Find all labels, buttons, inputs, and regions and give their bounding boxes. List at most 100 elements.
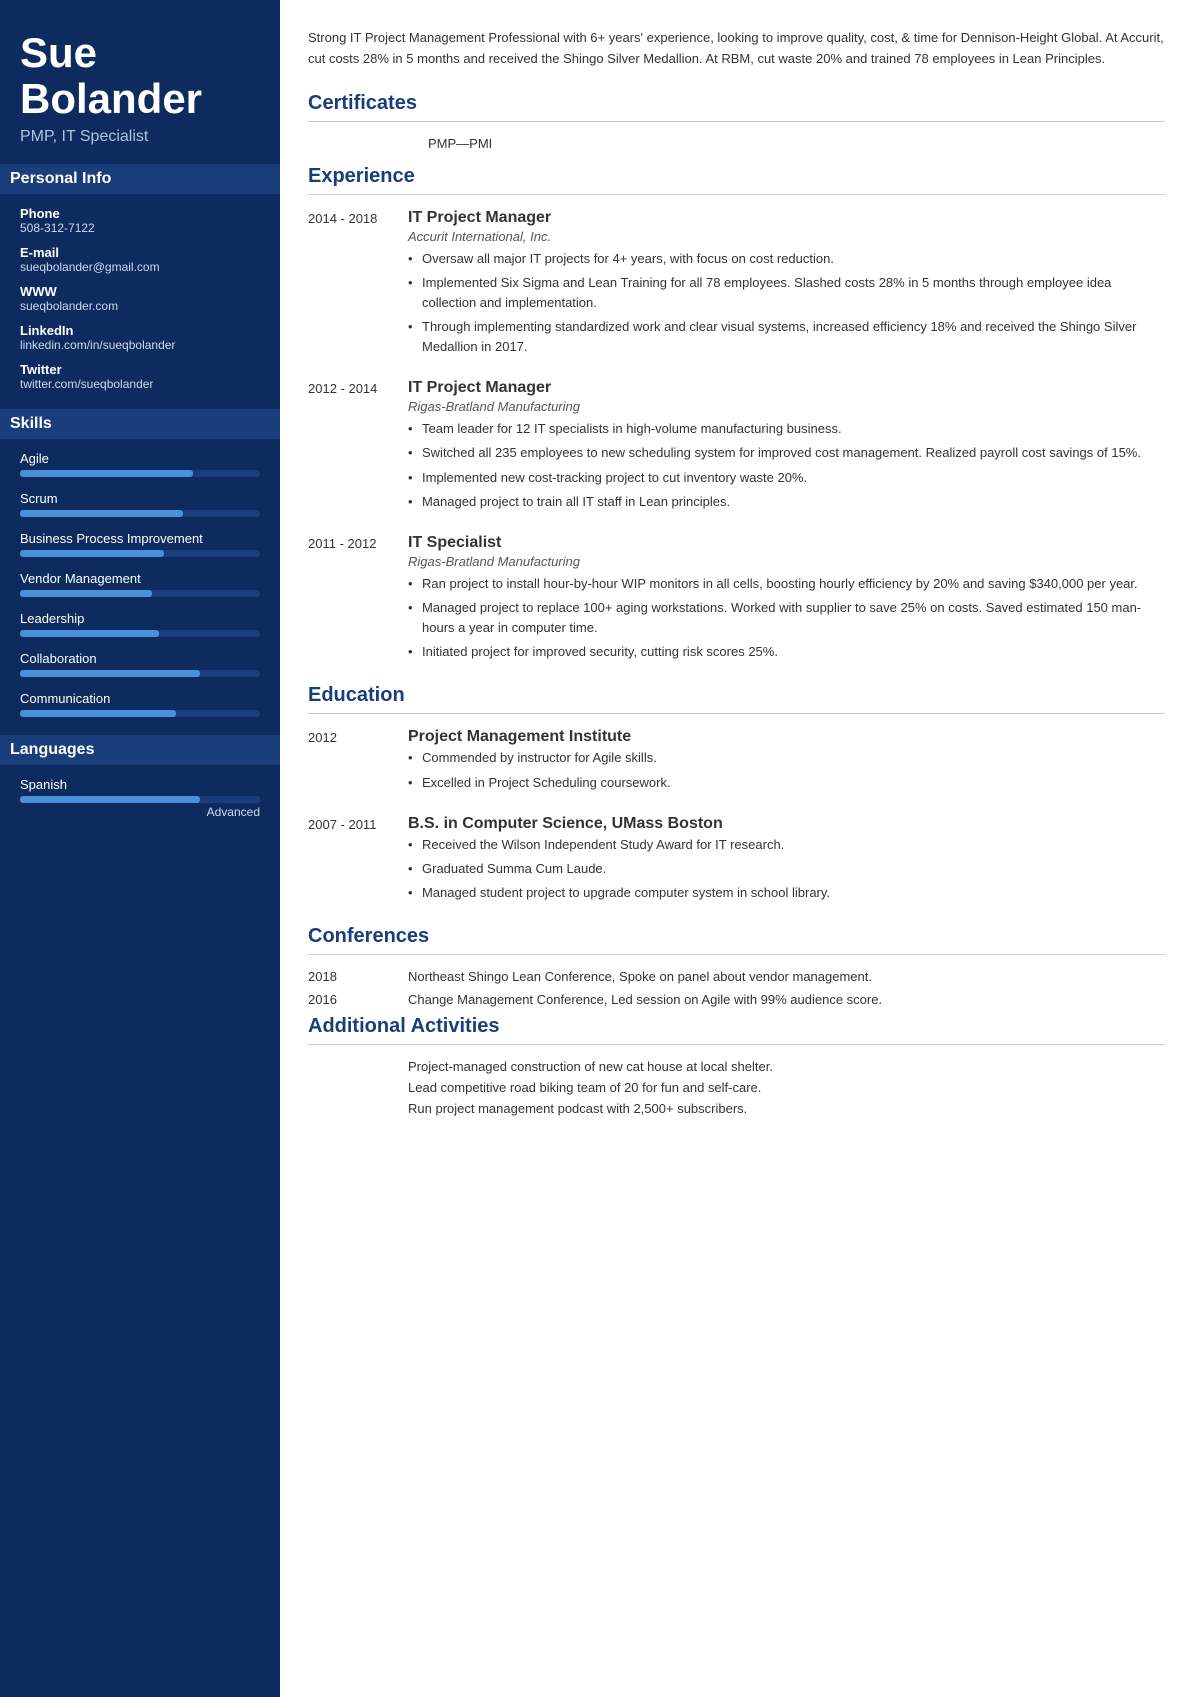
languages-container: Spanish Advanced — [20, 777, 260, 819]
linkedin-item: LinkedIn linkedin.com/in/sueqbolander — [20, 323, 260, 352]
experience-heading: Experience — [308, 165, 1165, 188]
activity-text: Run project management podcast with 2,50… — [408, 1101, 1165, 1116]
entry-bullets: Ran project to install hour-by-hour WIP … — [408, 574, 1165, 663]
entry-body: Project Management Institute Commended by… — [408, 728, 1165, 796]
bullet-item: Received the Wilson Independent Study Aw… — [408, 835, 1165, 855]
www-label: WWW — [20, 284, 260, 299]
skill-bar-fill — [20, 510, 183, 517]
lang-bar-fill — [20, 796, 200, 803]
bullet-item: Excelled in Project Scheduling coursewor… — [408, 773, 1165, 793]
skill-bar-bg — [20, 550, 260, 557]
bullet-item: Through implementing standardized work a… — [408, 317, 1165, 357]
skill-bar-bg — [20, 510, 260, 517]
bullet-item: Implemented new cost-tracking project to… — [408, 468, 1165, 488]
twitter-item: Twitter twitter.com/sueqbolander — [20, 362, 260, 391]
phone-label: Phone — [20, 206, 260, 221]
entry-title: Project Management Institute — [408, 728, 1165, 746]
skill-name: Agile — [20, 451, 260, 466]
education-heading: Education — [308, 684, 1165, 707]
skill-item: Vendor Management — [20, 571, 260, 597]
email-label: E-mail — [20, 245, 260, 260]
entry-body: IT Project ManagerAccurit International,… — [408, 209, 1165, 362]
language-item: Spanish Advanced — [20, 777, 260, 819]
conference-entry: 2016 Change Management Conference, Led s… — [308, 992, 1165, 1007]
email-item: E-mail sueqbolander@gmail.com — [20, 245, 260, 274]
linkedin-label: LinkedIn — [20, 323, 260, 338]
skill-bar-bg — [20, 630, 260, 637]
skill-name: Communication — [20, 691, 260, 706]
lang-level: Advanced — [20, 805, 260, 819]
certificates-container: PMP—PMI — [308, 136, 1165, 151]
activity-entry: Project-managed construction of new cat … — [308, 1059, 1165, 1074]
bullet-item: Graduated Summa Cum Laude. — [408, 859, 1165, 879]
conferences-heading: Conferences — [308, 925, 1165, 948]
entry-bullets: Team leader for 12 IT specialists in hig… — [408, 419, 1165, 512]
activity-entry: Lead competitive road biking team of 20 … — [308, 1080, 1165, 1095]
activity-spacer — [308, 1080, 408, 1095]
education-entry: 2012Project Management InstituteCommende… — [308, 728, 1165, 796]
experience-entry: 2012 - 2014IT Project Manager Rigas-Bratl… — [308, 379, 1165, 516]
bullet-item: Managed student project to upgrade compu… — [408, 883, 1165, 903]
conf-date: 2016 — [308, 992, 408, 1007]
conf-text: Change Management Conference, Led sessio… — [408, 992, 1165, 1007]
conf-date: 2018 — [308, 969, 408, 984]
certificate-entry: PMP—PMI — [308, 136, 1165, 151]
entry-body: B.S. in Computer Science, UMass BostonRe… — [408, 815, 1165, 907]
skill-bar-bg — [20, 670, 260, 677]
www-item: WWW sueqbolander.com — [20, 284, 260, 313]
activities-container: Project-managed construction of new cat … — [308, 1059, 1165, 1116]
entry-bullets: Received the Wilson Independent Study Aw… — [408, 835, 1165, 903]
experience-container: 2014 - 2018IT Project ManagerAccurit Int… — [308, 209, 1165, 667]
skill-bar-bg — [20, 590, 260, 597]
skills-heading: Skills — [0, 409, 280, 439]
conf-text: Northeast Shingo Lean Conference, Spoke … — [408, 969, 1165, 984]
linkedin-value: linkedin.com/in/sueqbolander — [20, 338, 260, 352]
phone-value: 508-312-7122 — [20, 221, 260, 235]
skill-bar-fill — [20, 630, 159, 637]
entry-date: 2007 - 2011 — [308, 815, 408, 907]
activity-text: Project-managed construction of new cat … — [408, 1059, 1165, 1074]
lang-bar-bg — [20, 796, 260, 803]
entry-date: 2012 - 2014 — [308, 379, 408, 516]
twitter-label: Twitter — [20, 362, 260, 377]
entry-subtitle: Rigas-Bratland Manufacturing — [408, 554, 1165, 569]
skill-item: Collaboration — [20, 651, 260, 677]
skills-container: Agile Scrum Business Process Improvement… — [20, 451, 260, 717]
bullet-item: Initiated project for improved security,… — [408, 642, 1165, 662]
skill-item: Business Process Improvement — [20, 531, 260, 557]
skill-item: Leadership — [20, 611, 260, 637]
education-container: 2012Project Management InstituteCommende… — [308, 728, 1165, 907]
experience-entry: 2014 - 2018IT Project ManagerAccurit Int… — [308, 209, 1165, 362]
bullet-item: Ran project to install hour-by-hour WIP … — [408, 574, 1165, 594]
bullet-item: Team leader for 12 IT specialists in hig… — [408, 419, 1165, 439]
skill-bar-fill — [20, 550, 164, 557]
bullet-item: Managed project to replace 100+ aging wo… — [408, 598, 1165, 638]
entry-date: 2014 - 2018 — [308, 209, 408, 362]
skill-item: Agile — [20, 451, 260, 477]
skill-bar-bg — [20, 710, 260, 717]
email-value: sueqbolander@gmail.com — [20, 260, 260, 274]
skill-bar-fill — [20, 590, 152, 597]
activity-text: Lead competitive road biking team of 20 … — [408, 1080, 1165, 1095]
entry-title: IT Specialist — [408, 534, 1165, 552]
activity-spacer — [308, 1101, 408, 1116]
entry-title: IT Project Manager — [408, 379, 1165, 397]
entry-bullets: Commended by instructor for Agile skills… — [408, 748, 1165, 792]
bullet-item: Commended by instructor for Agile skills… — [408, 748, 1165, 768]
entry-subtitle: Rigas-Bratland Manufacturing — [408, 399, 1165, 414]
bullet-item: Switched all 235 employees to new schedu… — [408, 443, 1165, 463]
skill-bar-bg — [20, 470, 260, 477]
www-value: sueqbolander.com — [20, 299, 260, 313]
skill-item: Scrum — [20, 491, 260, 517]
lang-name: Spanish — [20, 777, 260, 792]
education-entry: 2007 - 2011B.S. in Computer Science, UMa… — [308, 815, 1165, 907]
skill-name: Vendor Management — [20, 571, 260, 586]
skill-name: Leadership — [20, 611, 260, 626]
activities-heading: Additional Activities — [308, 1015, 1165, 1038]
candidate-name: SueBolander — [20, 30, 260, 122]
skill-item: Communication — [20, 691, 260, 717]
conferences-divider — [308, 954, 1165, 955]
entry-bullets: Oversaw all major IT projects for 4+ yea… — [408, 249, 1165, 358]
skill-bar-fill — [20, 670, 200, 677]
summary-text: Strong IT Project Management Professiona… — [308, 28, 1165, 70]
